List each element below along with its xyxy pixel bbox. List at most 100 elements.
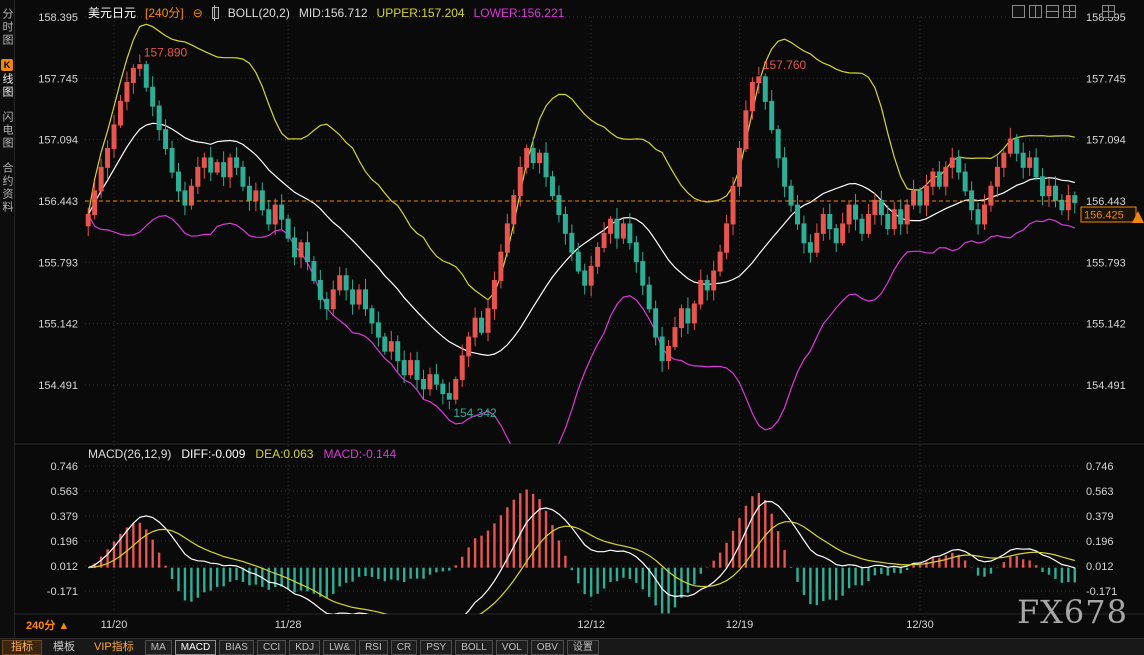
sidebar-item-lightning-chart[interactable]: 闪电图: [0, 111, 15, 150]
layout-four-pane-icon[interactable]: [1063, 5, 1076, 18]
candle: [222, 163, 226, 177]
candle: [912, 191, 916, 205]
indicator-button-psy[interactable]: PSY: [420, 640, 452, 655]
candle: [376, 323, 380, 337]
candle: [692, 304, 696, 323]
candle: [518, 167, 522, 195]
sidebar-item-label: 合约资料: [0, 162, 15, 214]
boll-mid-value: MID:156.712: [299, 6, 368, 20]
macd-tick-label: 0.563: [1086, 486, 1114, 498]
candle: [576, 252, 580, 271]
indicator-button-cr[interactable]: CR: [391, 640, 417, 655]
indicator-button-ma[interactable]: MA: [145, 640, 172, 655]
candle: [705, 280, 709, 289]
period-selector[interactable]: 240分 ▲: [26, 617, 69, 633]
candle: [957, 158, 961, 172]
timeframe-label[interactable]: [240分]: [145, 4, 184, 21]
candle: [757, 77, 761, 83]
price-tick-label: 155.793: [1086, 257, 1126, 269]
price-tick-label: 155.793: [38, 257, 78, 269]
candle: [596, 247, 600, 266]
candle: [396, 342, 400, 361]
candle: [499, 252, 503, 280]
candle: [460, 356, 464, 380]
candle: [1066, 196, 1070, 210]
price-tick-label: 155.142: [38, 319, 78, 331]
restore-window-icon[interactable]: [1102, 5, 1115, 18]
candle: [944, 167, 948, 186]
indicator-button-macd[interactable]: MACD: [175, 640, 216, 655]
candle: [538, 153, 542, 162]
date-label: 12/30: [906, 619, 934, 631]
candle: [99, 167, 103, 191]
sidebar-item-label: 线图: [0, 73, 15, 99]
candle: [808, 243, 812, 252]
candle: [628, 224, 632, 243]
indicator-button-settings[interactable]: 设置: [567, 640, 599, 655]
sidebar-item-kline-chart[interactable]: K 线图: [0, 59, 15, 99]
candle: [318, 280, 322, 299]
footer-tab-1[interactable]: 指标: [2, 640, 42, 655]
candle: [228, 158, 232, 177]
macd-indicator-label: MACD(26,12,9): [88, 447, 171, 461]
candle: [151, 87, 155, 106]
k-badge-icon: K: [1, 59, 13, 71]
macd-hist-value: MACD:-0.144: [323, 447, 396, 461]
candle: [654, 309, 658, 337]
price-tick-label: 156.443: [1086, 196, 1126, 208]
macd-tick-label: 0.379: [50, 511, 78, 523]
candle: [422, 379, 426, 388]
price-annotation: 157.760: [763, 58, 807, 72]
candle: [841, 224, 845, 243]
candle: [215, 163, 219, 172]
indicator-button-lw[interactable]: LW&: [323, 640, 356, 655]
candle: [847, 205, 851, 224]
candle: [976, 210, 980, 224]
candle: [267, 210, 271, 224]
candle: [176, 172, 180, 191]
price-tick-label: 157.094: [38, 135, 78, 147]
price-panel: [86, 24, 1077, 474]
candle: [989, 186, 993, 205]
indicator-button-bias[interactable]: BIAS: [219, 640, 254, 655]
candle: [363, 290, 367, 309]
indicator-button-kdj[interactable]: KDJ: [289, 640, 320, 655]
layout-three-pane-icon[interactable]: [1046, 5, 1059, 18]
indicator-button-vol[interactable]: VOL: [496, 640, 528, 655]
price-tick-label: 157.745: [38, 73, 78, 85]
layout-two-pane-icon[interactable]: [1029, 5, 1042, 18]
candle: [789, 186, 793, 205]
sidebar-item-timeshare-chart[interactable]: 分时图: [0, 8, 15, 47]
candle: [209, 158, 213, 172]
collapse-icon[interactable]: ⊖: [193, 6, 203, 20]
candle: [673, 328, 677, 347]
candle: [93, 191, 97, 215]
candle: [531, 148, 535, 162]
macd-tick-label: 0.563: [50, 486, 78, 498]
macd-tick-label: -0.171: [47, 586, 78, 598]
candle: [557, 196, 561, 215]
candle: [1015, 139, 1019, 153]
macd-tick-label: 0.746: [50, 461, 78, 473]
candle: [118, 101, 122, 125]
price-tick-label: 154.491: [38, 380, 78, 392]
candle: [602, 233, 606, 247]
boll-indicator-label: BOLL(20,2): [228, 6, 290, 20]
candle: [937, 172, 941, 186]
sidebar-item-contract-info[interactable]: 合约资料: [0, 162, 15, 214]
macd-header: MACD(26,12,9) DIFF:-0.009 DEA:0.063 MACD…: [88, 447, 396, 461]
footer-tab-3[interactable]: VIP指标: [86, 640, 142, 655]
symbol-name: 美元日元: [88, 4, 136, 21]
indicator-button-cci[interactable]: CCI: [257, 640, 286, 655]
candle: [1034, 158, 1038, 177]
chart-canvas[interactable]: 158.395158.395157.745157.745157.094157.0…: [0, 0, 1144, 655]
footer-tab-2[interactable]: 模板: [45, 640, 83, 655]
candle: [157, 106, 161, 130]
candle: [370, 309, 374, 323]
candle: [750, 83, 754, 111]
indicator-button-rsi[interactable]: RSI: [359, 640, 388, 655]
layout-single-icon[interactable]: [1012, 5, 1025, 18]
indicator-button-boll[interactable]: BOLL: [455, 640, 493, 655]
indicator-button-obv[interactable]: OBV: [531, 640, 564, 655]
price-tick-label: 157.745: [1086, 73, 1126, 85]
